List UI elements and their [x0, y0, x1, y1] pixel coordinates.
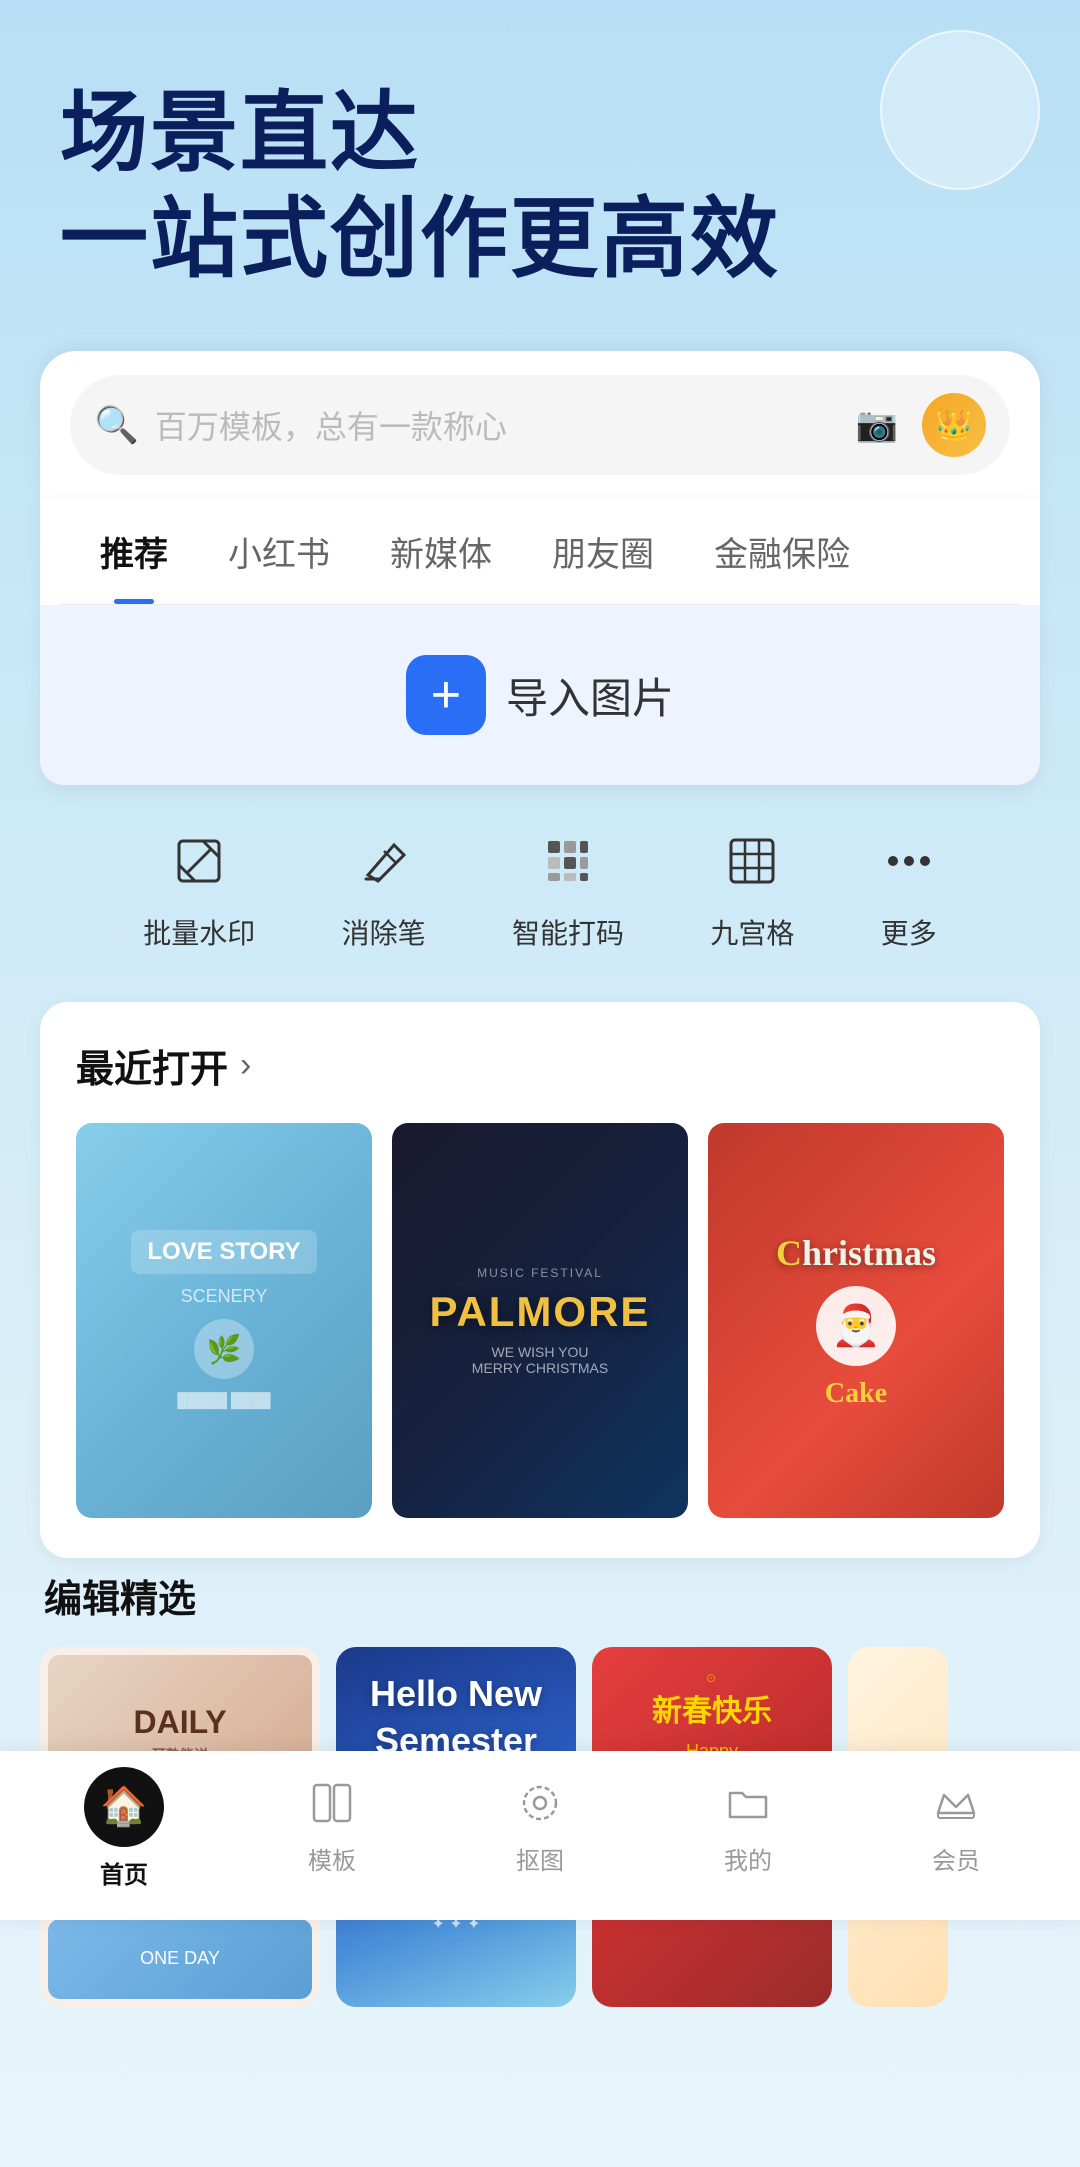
recent-header: 最近打开 › — [76, 1038, 1004, 1093]
import-plus-icon: + — [406, 655, 486, 735]
recent-title: 最近打开 — [76, 1038, 228, 1093]
tool-smart-mosaic[interactable]: 智能打码 — [512, 835, 624, 952]
hero-line1: 场景直达 — [60, 83, 420, 182]
folder-icon — [726, 1781, 770, 1833]
home-icon: 🏠 — [84, 1767, 164, 1847]
tool-more[interactable]: 更多 — [881, 835, 937, 952]
hero-line2: 一站式创作更高效 — [60, 189, 780, 288]
nav-cutout-label: 抠图 — [516, 1841, 564, 1876]
nine-grid-icon — [726, 835, 778, 896]
tool-nine-grid[interactable]: 九宫格 — [710, 835, 794, 952]
eraser-icon — [358, 835, 410, 896]
nav-home[interactable]: 🏠 首页 — [64, 1767, 184, 1890]
hero-section: 场景直达 一站式创作更高效 — [0, 0, 1080, 331]
nav-vip[interactable]: 会员 — [896, 1781, 1016, 1876]
spring-title-text: 新春快乐 — [652, 1691, 772, 1733]
nav-templates[interactable]: 模板 — [272, 1781, 392, 1876]
daily-bot-card: ONE DAY — [48, 1919, 312, 1999]
nav-mine-label: 我的 — [724, 1841, 772, 1876]
tools-row: 批量水印 消除笔 智能打码 — [40, 795, 1040, 992]
templates-icon — [310, 1781, 354, 1833]
tool-eraser[interactable]: 消除笔 — [342, 835, 426, 952]
hero-title: 场景直达 一站式创作更高效 — [60, 80, 1020, 291]
batch-watermark-icon — [173, 835, 225, 896]
search-bar[interactable]: 🔍 百万模板，总有一款称心 📷 👑 — [70, 375, 1010, 475]
tabs-row: 推荐 小红书 新媒体 朋友圈 金融保险 — [60, 499, 1020, 605]
nav-templates-label: 模板 — [308, 1841, 356, 1876]
vip-crown-badge[interactable]: 👑 — [922, 393, 986, 457]
tab-xiaohongshu[interactable]: 小红书 — [198, 499, 360, 604]
editor-picks-title: 编辑精选 — [40, 1568, 1040, 1623]
recent-item-christmas[interactable]: Christmas 🎅 Cake — [708, 1123, 1004, 1518]
recent-grid: LOVE STORY SCENERY 🌿 █████ ████ MUSIC FE… — [76, 1123, 1004, 1518]
recent-section: 最近打开 › LOVE STORY SCENERY 🌿 █████ ████ M… — [40, 1002, 1040, 1558]
tool-more-label: 更多 — [881, 912, 937, 952]
crown-icon — [934, 1781, 978, 1833]
tab-newmedia[interactable]: 新媒体 — [360, 499, 522, 604]
bottom-nav: 🏠 首页 模板 抠图 我的 — [0, 1751, 1080, 1920]
import-area[interactable]: + 导入图片 — [40, 605, 1040, 785]
recent-item-love-story[interactable]: LOVE STORY SCENERY 🌿 █████ ████ — [76, 1123, 372, 1518]
recent-arrow-icon[interactable]: › — [240, 1046, 251, 1085]
tool-nine-grid-label: 九宫格 — [710, 912, 794, 952]
more-icon — [883, 835, 935, 896]
nav-home-label: 首页 — [100, 1855, 148, 1890]
search-container: 🔍 百万模板，总有一款称心 📷 👑 — [40, 351, 1040, 499]
tool-batch-watermark[interactable]: 批量水印 — [143, 835, 255, 952]
nav-cutout[interactable]: 抠图 — [480, 1781, 600, 1876]
cutout-icon — [518, 1781, 562, 1833]
search-input[interactable]: 百万模板，总有一款称心 — [155, 402, 840, 448]
tab-moments[interactable]: 朋友圈 — [522, 499, 684, 604]
mosaic-icon — [542, 835, 594, 896]
tabs-panel: 推荐 小红书 新媒体 朋友圈 金融保险 — [40, 499, 1040, 605]
bubble-decoration — [880, 30, 1040, 190]
search-icon: 🔍 — [94, 404, 139, 446]
import-button[interactable]: + 导入图片 — [406, 655, 674, 735]
camera-icon[interactable]: 📷 — [856, 405, 898, 445]
import-label: 导入图片 — [506, 665, 674, 726]
recent-item-palmore[interactable]: MUSIC FESTIVAL PALMORE WE WISH YOU MERRY… — [392, 1123, 688, 1518]
tool-batch-watermark-label: 批量水印 — [143, 912, 255, 952]
tab-recommend[interactable]: 推荐 — [70, 499, 198, 604]
tab-finance[interactable]: 金融保险 — [684, 499, 880, 604]
nav-mine[interactable]: 我的 — [688, 1781, 808, 1876]
nav-vip-label: 会员 — [932, 1841, 980, 1876]
tool-eraser-label: 消除笔 — [342, 912, 426, 952]
tool-smart-mosaic-label: 智能打码 — [512, 912, 624, 952]
